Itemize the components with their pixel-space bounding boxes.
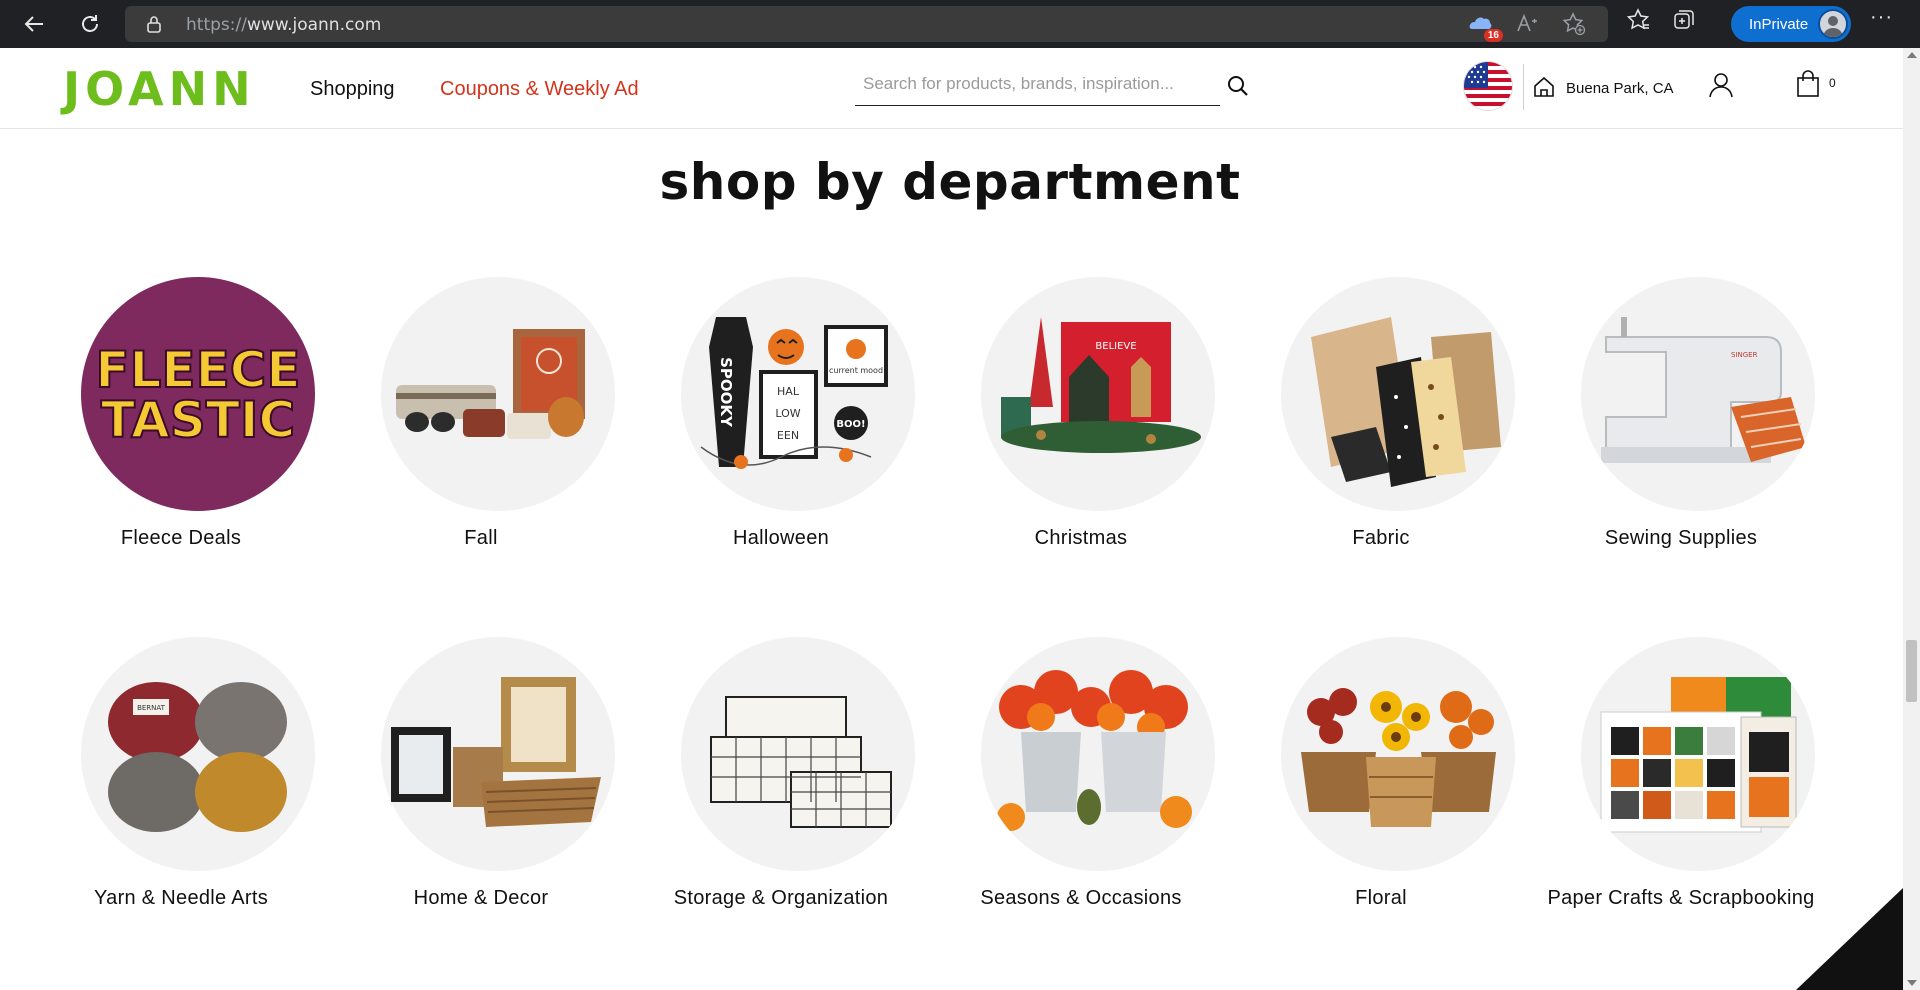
feedback-tab[interactable] <box>1796 888 1903 990</box>
dept-image-seasons-occasions[interactable] <box>981 637 1215 871</box>
dept-image-storage-organization[interactable] <box>681 637 915 871</box>
page-scrollbar[interactable] <box>1903 48 1920 990</box>
joann-logo[interactable]: JOANN <box>63 62 256 116</box>
favorites-icon[interactable] <box>1626 8 1650 32</box>
browser-toolbar: https://www.joann.com 16 InPrivate ··· <box>0 0 1920 48</box>
reload-icon <box>82 15 98 32</box>
collections-icon[interactable] <box>1672 8 1696 32</box>
dept-image-halloween[interactable]: SPOOKY HAL LOW EEN current mood BOO! <box>681 277 915 511</box>
dept-label[interactable]: Seasons & Occasions <box>911 887 1251 910</box>
dept-image-sewing-supplies[interactable]: SINGER <box>1581 277 1815 511</box>
account-button[interactable] <box>1708 72 1734 103</box>
dept-label[interactable]: Sewing Supplies <box>1511 527 1851 550</box>
reload-button[interactable] <box>70 4 110 44</box>
boo-art-text: BOO! <box>836 419 865 430</box>
url-text[interactable]: https://www.joann.com <box>186 15 381 35</box>
add-favorite-icon[interactable] <box>1562 12 1586 36</box>
dept-label[interactable]: Christmas <box>911 527 1251 550</box>
halloween-art-text-1: HAL <box>777 385 800 398</box>
url-scheme: https:// <box>186 15 247 35</box>
scroll-thumb[interactable] <box>1906 640 1917 702</box>
search-input[interactable] <box>863 74 1203 94</box>
country-flag-button[interactable] <box>1463 61 1513 111</box>
inprivate-label: InPrivate <box>1749 15 1809 33</box>
dept-label[interactable]: Fabric <box>1211 527 1551 550</box>
store-selector[interactable] <box>1532 75 1556 104</box>
dept-label[interactable]: Yarn & Needle Arts <box>11 887 351 910</box>
cart-count: 0 <box>1829 76 1836 90</box>
url-host: www.joann.com <box>246 15 382 35</box>
believe-art-text: BELIEVE <box>1095 341 1136 352</box>
user-icon <box>1709 73 1733 98</box>
bernat-art-text: BERNAT <box>137 704 166 712</box>
dept-tile-fall[interactable]: Fall <box>331 277 631 577</box>
dept-label[interactable]: Floral <box>1211 887 1551 910</box>
dept-label[interactable]: Storage & Organization <box>611 887 951 910</box>
scroll-down-arrow-icon[interactable] <box>1907 980 1917 986</box>
search-box <box>855 70 1220 106</box>
read-aloud-icon[interactable] <box>1516 13 1540 35</box>
spooky-art-text: SPOOKY <box>717 357 735 428</box>
dept-tile-home-decor[interactable]: Home & Decor <box>331 637 631 937</box>
dept-label[interactable]: Halloween <box>611 527 951 550</box>
profile-avatar <box>1818 9 1848 39</box>
dept-tile-paper-crafts-scrapbooking[interactable]: Paper Crafts & Scrapbooking <box>1531 637 1831 937</box>
fleece-art-text-2: TASTIC <box>101 391 295 449</box>
dept-tile-fleece-deals[interactable]: FLEECE TASTIC Fleece Deals <box>31 277 331 577</box>
address-bar[interactable]: https://www.joann.com 16 <box>125 6 1608 42</box>
dept-label[interactable]: Fall <box>311 527 651 550</box>
dept-image-paper-crafts-scrapbooking[interactable] <box>1581 637 1815 871</box>
extension-badge: 16 <box>1483 29 1503 42</box>
halloween-art-text-2: LOW <box>775 407 800 420</box>
dept-tile-floral[interactable]: Floral <box>1231 637 1531 937</box>
singer-art-text: SINGER <box>1731 351 1758 359</box>
nav-coupons-link[interactable]: Coupons & Weekly Ad <box>440 78 639 101</box>
settings-more-button[interactable]: ··· <box>1870 6 1893 29</box>
store-location-label[interactable]: Buena Park, CA <box>1566 80 1674 97</box>
dept-label[interactable]: Home & Decor <box>311 887 651 910</box>
dept-image-floral[interactable] <box>1281 637 1515 871</box>
main-content: shop by department FLEECE TASTIC Fleece … <box>0 129 1903 990</box>
dept-tile-seasons-occasions[interactable]: Seasons & Occasions <box>931 637 1231 937</box>
tracking-extension-button[interactable]: 16 <box>1468 11 1503 42</box>
lock-icon[interactable] <box>146 15 162 33</box>
search-button[interactable] <box>1226 74 1250 103</box>
dept-image-fabric[interactable] <box>1281 277 1515 511</box>
home-store-icon <box>1534 76 1554 97</box>
back-arrow-icon <box>24 16 43 32</box>
shopping-bag-icon <box>1797 70 1819 97</box>
site-header: JOANN Shopping Coupons & Weekly Ad Buena… <box>0 48 1903 129</box>
dept-label[interactable]: Fleece Deals <box>11 527 351 550</box>
section-title: shop by department <box>659 153 1241 211</box>
dept-tile-storage-organization[interactable]: Storage & Organization <box>631 637 931 937</box>
dept-image-fleece-deals[interactable]: FLEECE TASTIC <box>81 277 315 511</box>
halloween-art-text-3: EEN <box>777 429 799 442</box>
search-icon <box>1228 76 1248 96</box>
dept-tile-sewing-supplies[interactable]: SINGER Sewing Supplies <box>1531 277 1831 577</box>
cart-button[interactable] <box>1795 70 1821 103</box>
back-button[interactable] <box>14 4 54 44</box>
dept-image-fall[interactable] <box>381 277 615 511</box>
us-flag-icon <box>1464 62 1512 110</box>
header-divider <box>1523 64 1524 110</box>
dept-tile-christmas[interactable]: BELIEVE Christmas <box>931 277 1231 577</box>
nav-shopping-link[interactable]: Shopping <box>310 78 395 101</box>
dept-image-yarn-needle-arts[interactable]: BERNAT <box>81 637 315 871</box>
dept-tile-fabric[interactable]: Fabric <box>1231 277 1531 577</box>
dept-tile-halloween[interactable]: SPOOKY HAL LOW EEN current mood BOO! Hal… <box>631 277 931 577</box>
inprivate-button[interactable]: InPrivate <box>1731 6 1851 42</box>
mood-art-text: current mood <box>829 366 883 375</box>
scroll-up-arrow-icon[interactable] <box>1907 52 1917 58</box>
dept-image-christmas[interactable]: BELIEVE <box>981 277 1215 511</box>
dept-image-home-decor[interactable] <box>381 637 615 871</box>
dept-tile-yarn-needle-arts[interactable]: BERNAT Yarn & Needle Arts <box>31 637 331 937</box>
